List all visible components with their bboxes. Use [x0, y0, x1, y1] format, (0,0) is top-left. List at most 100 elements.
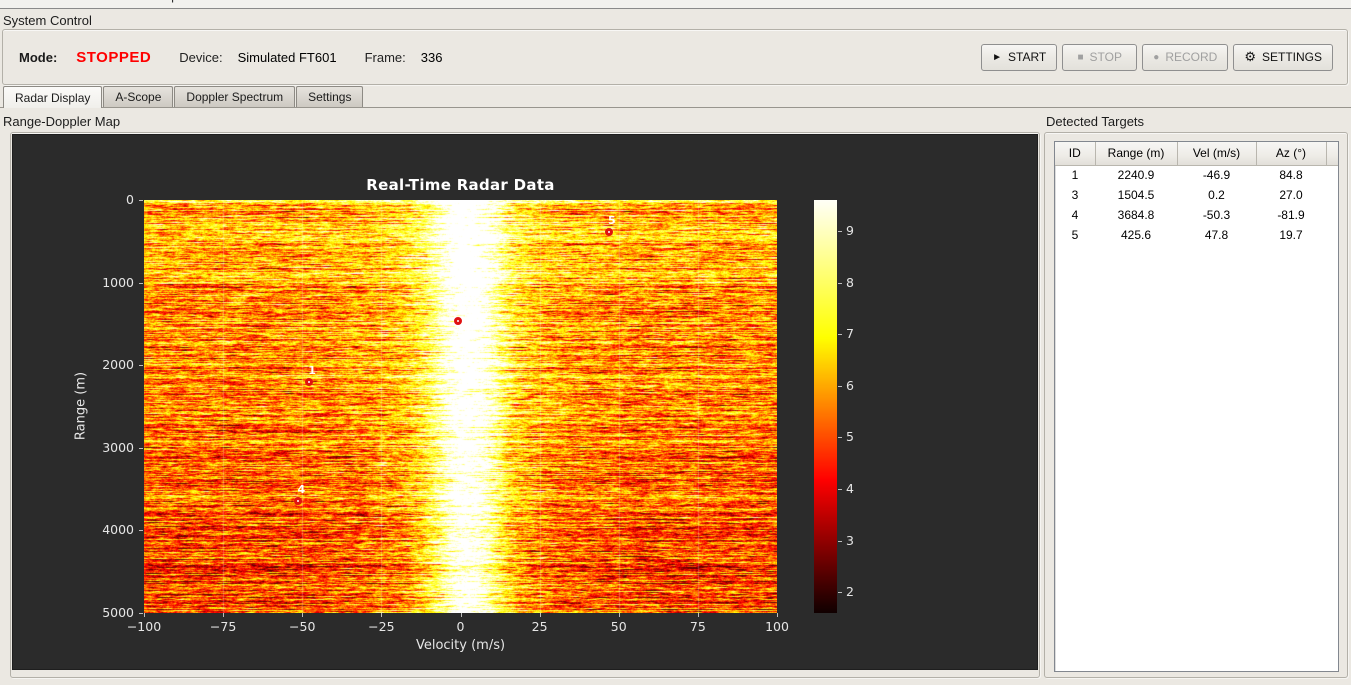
stop-button-label: STOP — [1089, 50, 1123, 64]
cell-vel: 0.2 — [1208, 188, 1225, 202]
cell-range: 3684.8 — [1117, 208, 1155, 222]
play-icon: ► — [992, 51, 1003, 63]
detected-targets-group: ID Range (m) Vel (m/s) Az (°) 1 2240.9 -… — [1044, 132, 1348, 678]
system-control-title: System Control — [3, 13, 92, 28]
table-row[interactable]: 3 1504.5 0.2 27.0 — [1055, 185, 1338, 205]
menu-file[interactable]: File — [0, 0, 39, 5]
tab-radar-display[interactable]: Radar Display — [3, 86, 103, 108]
tick-mark — [139, 447, 143, 449]
tick-mark — [697, 613, 699, 617]
tick-mark — [838, 437, 842, 439]
tick-mark — [838, 385, 842, 387]
tick-label: 100 — [765, 619, 789, 634]
tick-label: 8 — [846, 274, 854, 290]
menu-view[interactable]: View — [43, 0, 89, 5]
control-buttons: ► START ■ STOP ● RECORD ⚙ SETTINGS — [981, 43, 1333, 71]
tick-label: −100 — [126, 619, 162, 634]
detected-targets-title: Detected Targets — [1046, 114, 1145, 129]
range-doppler-map-group: Real-Time Radar Data Range (m) Velocity … — [10, 132, 1040, 678]
targets-table-header: ID Range (m) Vel (m/s) Az (°) — [1055, 142, 1338, 166]
range-doppler-map-title: Range-Doppler Map — [3, 114, 121, 129]
tab-doppler-spectrum[interactable]: Doppler Spectrum — [174, 86, 296, 107]
menu-bar: File View Tools Help — [0, 0, 1351, 9]
cell-vel: -46.9 — [1202, 168, 1231, 183]
tick-mark — [381, 613, 383, 617]
tick-mark — [223, 613, 225, 617]
menu-tools[interactable]: Tools — [92, 0, 140, 5]
tick-label: −25 — [368, 619, 395, 634]
tick-mark — [139, 365, 143, 367]
device-value: Simulated FT601 — [237, 49, 337, 65]
tick-label: −50 — [289, 619, 316, 634]
tick-mark — [139, 530, 143, 532]
tab-settings[interactable]: Settings — [296, 86, 364, 107]
tick-label: 0 — [126, 192, 134, 207]
tick-mark — [838, 540, 842, 542]
table-row[interactable]: 5 425.6 47.8 19.7 — [1055, 225, 1338, 245]
tick-label: 4 — [846, 481, 854, 497]
start-button[interactable]: ► START — [981, 43, 1058, 71]
tick-mark — [838, 334, 842, 336]
tick-label: 6 — [846, 377, 854, 393]
header-az[interactable]: Az (°) — [1255, 142, 1327, 166]
frame-label: Frame: — [364, 49, 406, 65]
gear-icon: ⚙ — [1244, 49, 1256, 64]
record-button[interactable]: ● RECORD — [1142, 43, 1229, 71]
tick-label: 75 — [689, 619, 706, 634]
targets-table: ID Range (m) Vel (m/s) Az (°) 1 2240.9 -… — [1054, 141, 1339, 672]
x-axis-label: Velocity (m/s) — [415, 638, 506, 653]
settings-button[interactable]: ⚙ SETTINGS — [1233, 43, 1333, 71]
tick-mark — [139, 613, 143, 614]
target-marker-label: 1 — [308, 364, 316, 378]
y-axis-label: Range (m) — [73, 371, 89, 441]
tick-label: 2000 — [102, 357, 134, 373]
cell-az: 27.0 — [1279, 188, 1303, 202]
tick-label: 5000 — [102, 605, 134, 620]
table-row[interactable]: 1 2240.9 -46.9 84.8 — [1055, 165, 1338, 185]
tick-label: 3 — [846, 532, 854, 548]
table-row[interactable]: 4 3684.8 -50.3 -81.9 — [1055, 205, 1338, 225]
tick-label: 9 — [846, 222, 854, 238]
cell-az: 19.7 — [1279, 228, 1303, 242]
tick-label: 50 — [610, 619, 627, 634]
target-marker-label: 5 — [607, 214, 616, 228]
cell-id: 1 — [1071, 168, 1079, 183]
stop-button[interactable]: ■ STOP — [1062, 43, 1138, 71]
device-label: Device: — [179, 49, 223, 65]
stop-icon: ■ — [1077, 51, 1084, 63]
tick-label: 7 — [846, 326, 854, 342]
tick-mark — [302, 613, 304, 617]
cell-az: -81.9 — [1277, 208, 1305, 222]
target-marker-label: 3 — [457, 303, 465, 317]
tick-label: 1000 — [102, 274, 134, 290]
tick-mark — [144, 613, 145, 617]
mode-label: Mode: — [19, 49, 58, 65]
mode-value: STOPPED — [76, 48, 152, 66]
header-id[interactable]: ID — [1055, 142, 1096, 166]
record-icon: ● — [1153, 51, 1160, 63]
tab-a-scope[interactable]: A-Scope — [103, 86, 174, 107]
header-range[interactable]: Range (m) — [1094, 142, 1178, 166]
tick-mark — [838, 592, 842, 594]
tick-mark — [777, 613, 778, 617]
tick-label: 2 — [846, 584, 854, 600]
tick-label: 4000 — [102, 522, 134, 538]
header-vel[interactable]: Vel (m/s) — [1176, 142, 1257, 166]
cell-range: 1504.5 — [1117, 188, 1155, 202]
cell-id: 4 — [1071, 208, 1079, 222]
cell-az: 84.8 — [1279, 168, 1303, 183]
tick-label: 5 — [846, 429, 854, 445]
start-button-label: START — [1008, 50, 1047, 64]
record-button-label: RECORD — [1165, 50, 1218, 64]
tick-label: 0 — [456, 619, 465, 634]
frame-value: 336 — [420, 49, 443, 65]
cell-vel: 47.8 — [1204, 228, 1229, 242]
tick-mark — [139, 200, 143, 201]
menu-help[interactable]: Help — [143, 0, 188, 5]
cell-range: 425.6 — [1120, 228, 1152, 242]
tick-label: 25 — [531, 619, 548, 634]
cell-range: 2240.9 — [1117, 168, 1155, 183]
tick-mark — [460, 613, 462, 617]
cell-id: 3 — [1071, 188, 1079, 202]
system-control-group: Mode: STOPPED Device: Simulated FT601 Fr… — [2, 29, 1348, 85]
